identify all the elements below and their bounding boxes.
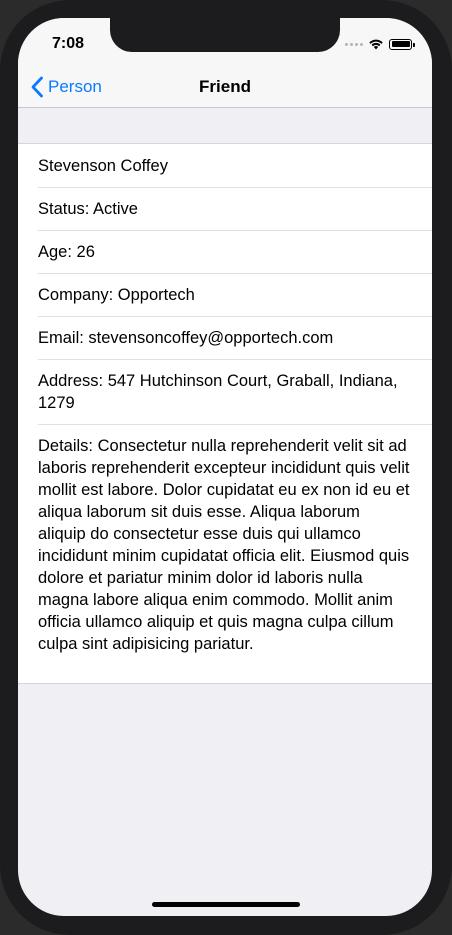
device-frame: 7:08 Person Friend Stevenson Coffey Stat… xyxy=(0,0,452,935)
navigation-bar: Person Friend xyxy=(18,68,432,108)
page-title: Friend xyxy=(199,77,251,96)
details-cell[interactable]: Details: Consectetur nulla reprehenderit… xyxy=(18,424,432,683)
notch xyxy=(110,18,340,52)
company-cell[interactable]: Company: Opportech xyxy=(18,273,432,316)
status-cell[interactable]: Status: Active xyxy=(18,187,432,230)
wifi-icon xyxy=(369,39,383,50)
age-cell[interactable]: Age: 26 xyxy=(18,230,432,273)
name-cell[interactable]: Stevenson Coffey xyxy=(18,144,432,187)
status-icons xyxy=(345,38,415,50)
address-cell[interactable]: Address: 547 Hutchinson Court, Graball, … xyxy=(18,359,432,424)
signal-dots-icon xyxy=(345,42,363,46)
status-time: 7:08 xyxy=(52,35,85,52)
screen: 7:08 Person Friend Stevenson Coffey Stat… xyxy=(18,18,432,916)
battery-icon xyxy=(389,38,415,50)
home-indicator[interactable] xyxy=(152,902,300,907)
email-cell[interactable]: Email: stevensoncoffey@opportech.com xyxy=(18,316,432,359)
friend-detail-table: Stevenson Coffey Status: Active Age: 26 … xyxy=(18,143,432,684)
